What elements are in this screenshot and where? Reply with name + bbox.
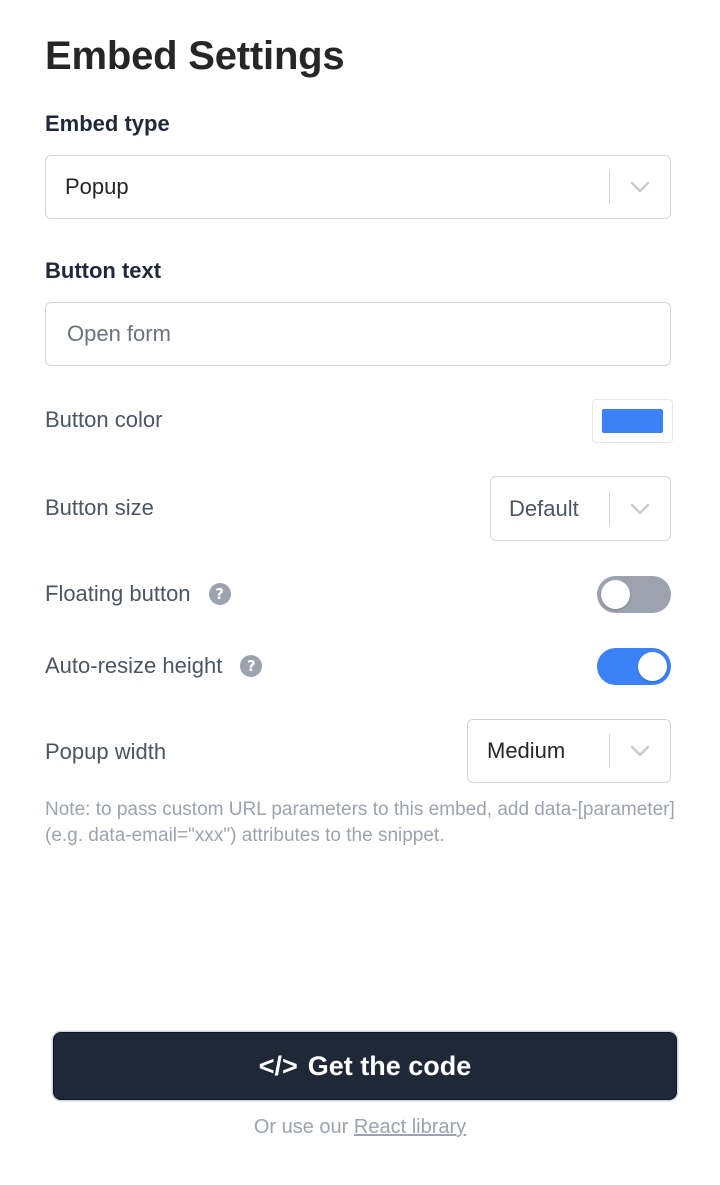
chevron-down-icon[interactable] — [610, 181, 670, 193]
button-size-select[interactable]: Default — [490, 476, 671, 541]
floating-button-label: Floating button ? — [45, 581, 231, 607]
embed-type-label: Embed type — [45, 111, 170, 136]
get-the-code-label: Get the code — [307, 1050, 472, 1081]
button-size-label: Button size — [45, 495, 154, 521]
react-library-footer: Or use our React library — [0, 1116, 720, 1139]
chevron-down-icon[interactable] — [610, 503, 670, 515]
button-size-value: Default — [509, 495, 579, 521]
url-parameters-note: Note: to pass custom URL parameters to t… — [45, 799, 675, 846]
react-library-link[interactable]: React library — [354, 1116, 466, 1138]
auto-resize-height-label: Auto-resize height ? — [45, 653, 263, 679]
popup-width-select[interactable]: Medium — [467, 719, 671, 783]
auto-resize-height-toggle[interactable] — [597, 648, 671, 685]
get-the-code-button[interactable]: </> Get the code — [53, 1032, 677, 1100]
button-text-label: Button text — [45, 258, 162, 283]
embed-type-select[interactable]: Popup — [45, 155, 671, 219]
auto-resize-height-label-text: Auto-resize height — [45, 653, 223, 678]
popup-width-label: Popup width — [45, 739, 166, 765]
button-size-label-text: Button size — [45, 495, 154, 520]
floating-button-label-text: Floating button — [45, 581, 191, 606]
embed-type-value: Popup — [65, 174, 129, 199]
button-text-input[interactable] — [45, 302, 671, 366]
footer-prefix: Or use our — [253, 1116, 354, 1138]
toggle-knob — [601, 580, 630, 609]
floating-button-toggle[interactable] — [597, 576, 671, 613]
embed-settings-panel: Embed Settings Embed type Popup Button t… — [0, 0, 720, 1185]
page-title: Embed Settings — [45, 34, 345, 78]
code-icon: </> — [258, 1050, 298, 1081]
toggle-knob — [638, 652, 667, 681]
popup-width-label-text: Popup width — [45, 739, 167, 764]
popup-width-value: Medium — [487, 738, 566, 763]
button-color-label: Button color — [45, 407, 162, 433]
question-circle-icon[interactable]: ? — [240, 655, 263, 677]
button-color-swatch — [602, 409, 663, 433]
button-color-label-text: Button color — [45, 407, 163, 432]
button-color-picker[interactable] — [592, 399, 673, 443]
question-circle-icon[interactable]: ? — [208, 583, 231, 605]
chevron-down-icon[interactable] — [610, 745, 670, 757]
